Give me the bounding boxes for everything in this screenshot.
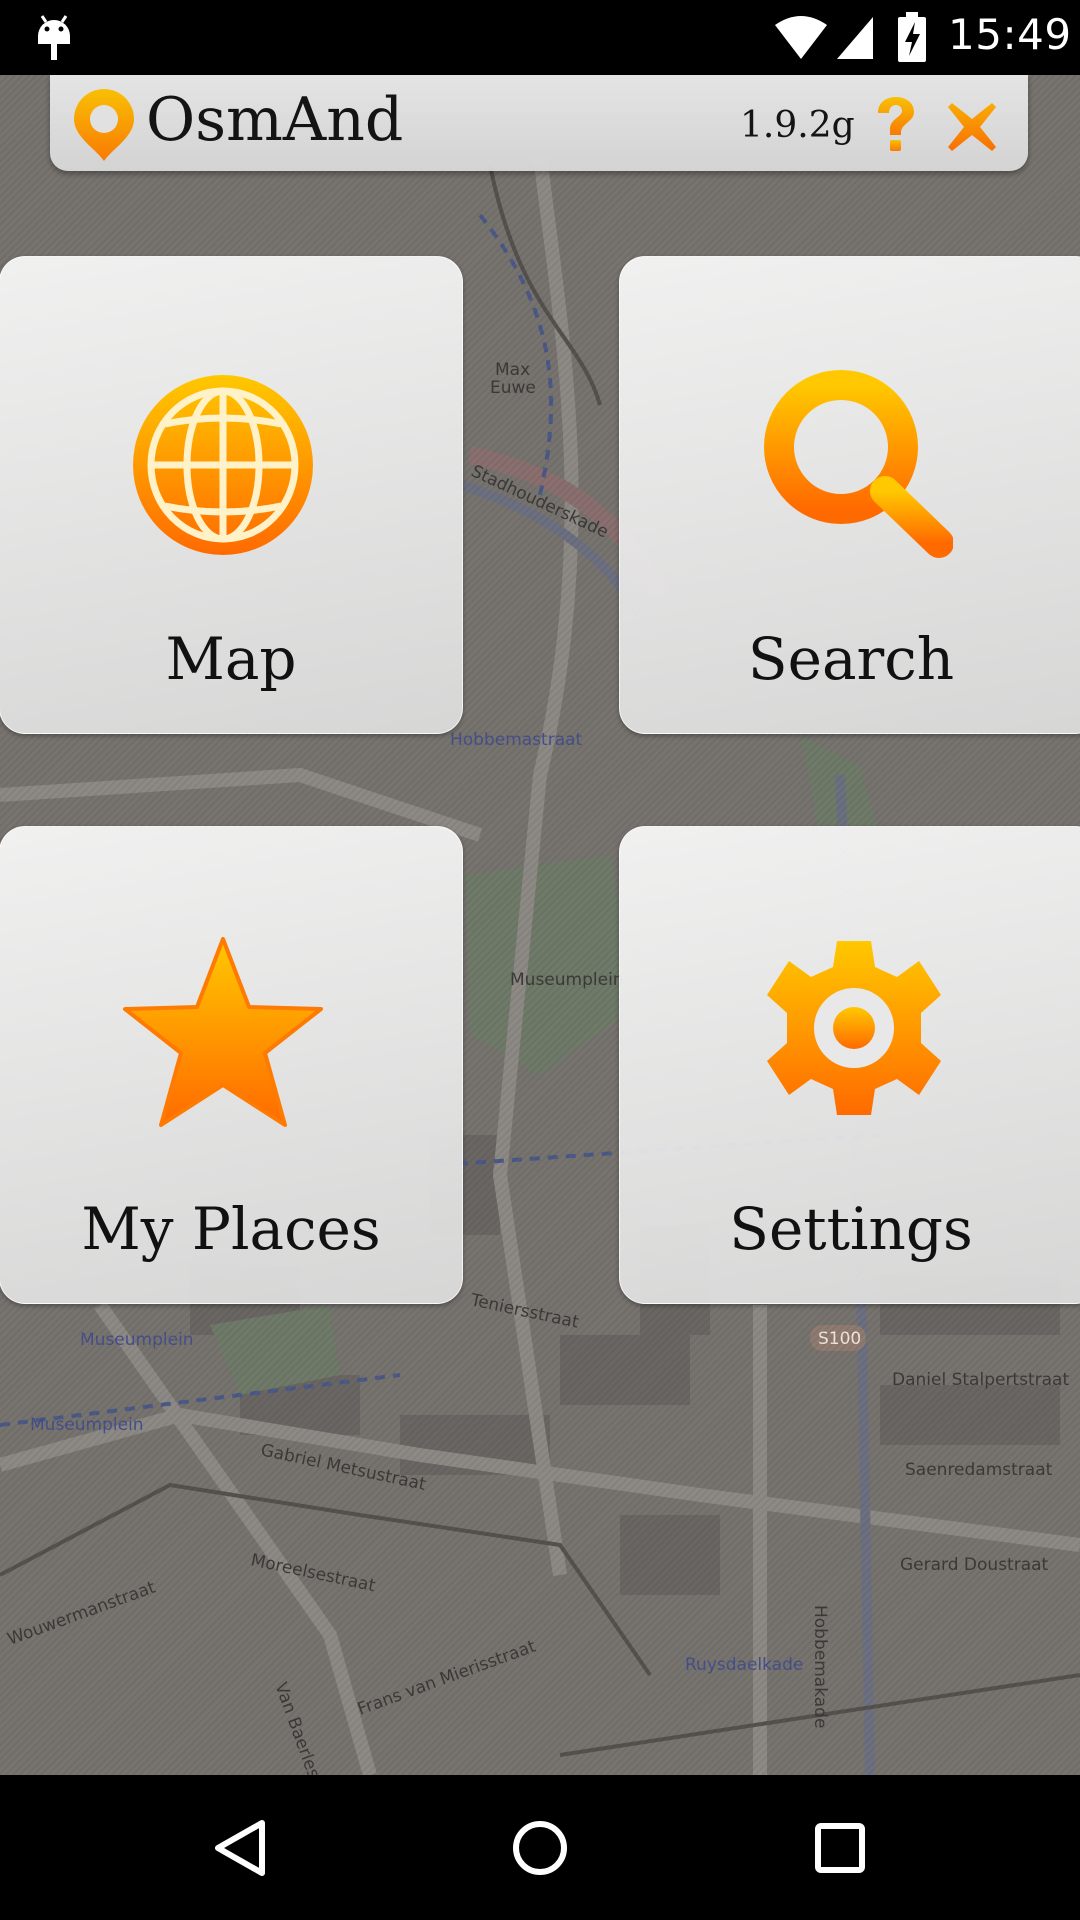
android-notification-icon (38, 15, 70, 60)
menu-tile-my-places[interactable]: My Places (0, 826, 463, 1304)
close-icon[interactable] (946, 101, 998, 153)
menu-tile-map[interactable]: Map (0, 256, 463, 734)
menu-tile-map-label: Map (165, 625, 297, 693)
status-bar: 15:49 (0, 0, 1080, 75)
battery-charging-icon (898, 12, 926, 62)
back-icon[interactable] (210, 1817, 272, 1879)
globe-icon (133, 375, 313, 555)
status-time: 15:49 (948, 10, 1072, 59)
home-icon[interactable] (509, 1817, 571, 1879)
app-version: 1.9.2g (740, 105, 855, 146)
menu-tile-my-places-label: My Places (81, 1195, 381, 1263)
star-icon (123, 937, 323, 1127)
menu-tile-search-label: Search (747, 625, 955, 693)
gear-icon (767, 941, 941, 1115)
menu-tile-settings-label: Settings (729, 1195, 973, 1263)
recents-icon[interactable] (809, 1817, 871, 1879)
app-title: OsmAnd (146, 85, 404, 155)
navigation-bar (0, 1775, 1080, 1920)
signal-icon (837, 17, 873, 59)
osmand-logo-icon (74, 89, 134, 161)
help-icon[interactable] (870, 95, 920, 155)
wifi-icon (775, 16, 827, 59)
magnifier-icon (764, 370, 953, 558)
menu-tile-search[interactable]: Search (619, 256, 1080, 734)
title-bar: OsmAnd 1.9.2g (50, 75, 1028, 171)
menu-tile-settings[interactable]: Settings (619, 826, 1080, 1304)
